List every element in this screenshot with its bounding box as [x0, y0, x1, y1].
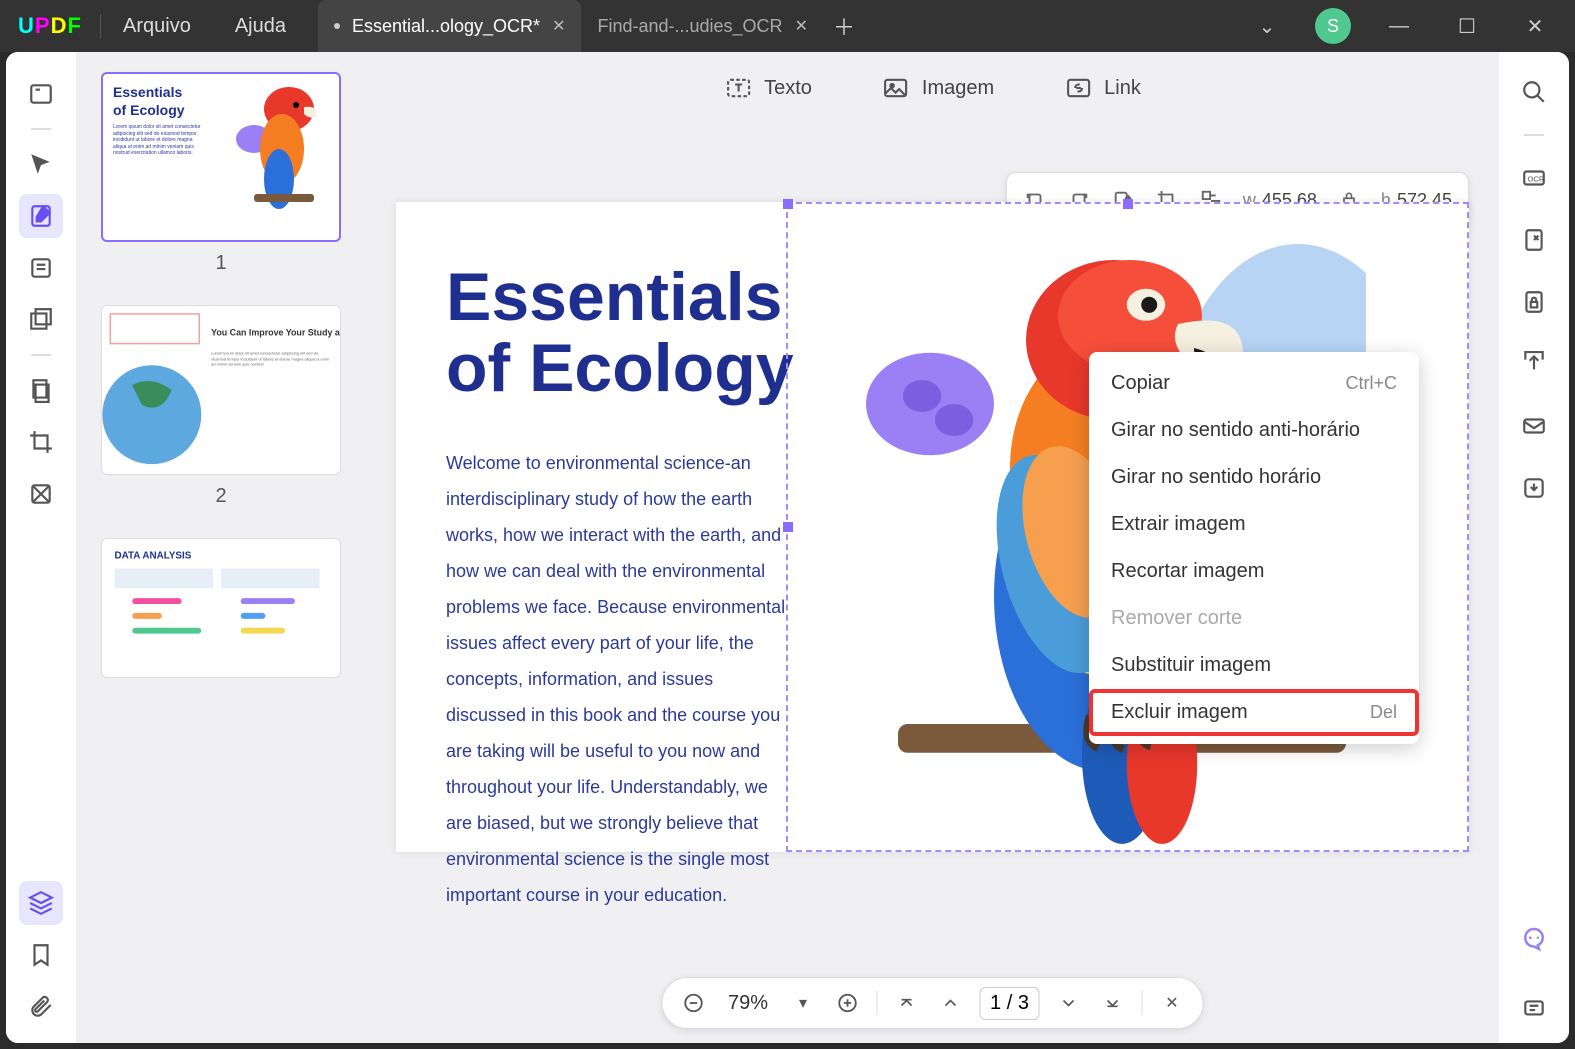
protect-icon[interactable]	[1514, 282, 1554, 322]
close-tab-icon[interactable]: ✕	[552, 16, 565, 36]
thumbnail-page-1[interactable]: Essentialsof Ecology Lorem ipsum dolor s…	[101, 72, 341, 242]
dirty-indicator-icon	[334, 23, 340, 29]
layers-icon[interactable]	[19, 881, 63, 925]
ai-assistant-icon[interactable]	[1514, 919, 1554, 959]
workspace: Essentialsof Ecology Lorem ipsum dolor s…	[6, 52, 1569, 1043]
email-icon[interactable]	[1514, 406, 1554, 446]
first-page-icon[interactable]	[891, 988, 921, 1018]
export-icon[interactable]	[1514, 220, 1554, 260]
page-number-input[interactable]: 1 / 3	[979, 987, 1040, 1020]
title-bar: UPDF Arquivo Ajuda Essential...ology_OCR…	[0, 0, 1575, 52]
close-bar-icon[interactable]: ✕	[1157, 988, 1187, 1018]
resize-handle[interactable]	[1123, 199, 1133, 209]
thumbnail-page-3[interactable]: DATA ANALYSIS	[101, 538, 341, 678]
edit-text-button[interactable]: Texto	[724, 74, 812, 102]
menu-help[interactable]: Ajuda	[213, 15, 308, 38]
attachment-icon[interactable]	[19, 985, 63, 1029]
maximize-icon[interactable]: ☐	[1447, 6, 1487, 46]
tab-strip: Essential...ology_OCR* ✕ Find-and-...udi…	[318, 0, 1247, 52]
tab-active[interactable]: Essential...ology_OCR* ✕	[318, 0, 582, 52]
ctx-replace[interactable]: Substituir imagem	[1089, 642, 1419, 689]
parrot-thumb-icon	[234, 79, 334, 219]
close-tab-icon[interactable]: ✕	[795, 16, 808, 36]
ctx-extract[interactable]: Extrair imagem	[1089, 501, 1419, 548]
comment-tool-icon[interactable]	[19, 142, 63, 186]
chevron-down-icon[interactable]: ⌄	[1247, 6, 1287, 46]
comments-panel-icon[interactable]	[1514, 989, 1554, 1029]
edit-tool-icon[interactable]	[19, 194, 63, 238]
redact-tool-icon[interactable]	[19, 368, 63, 412]
zoom-in-icon[interactable]	[832, 988, 862, 1018]
edit-mode-toolbar: Texto Imagem Link	[724, 74, 1141, 102]
page-navigation-bar: 79% ▾ 1 / 3 ✕	[661, 977, 1204, 1029]
user-avatar[interactable]: S	[1315, 8, 1351, 44]
save-icon[interactable]	[1514, 468, 1554, 508]
edit-image-button[interactable]: Imagem	[882, 74, 994, 102]
ctx-rotate-cw[interactable]: Girar no sentido horário	[1089, 454, 1419, 501]
watermark-tool-icon[interactable]	[19, 472, 63, 516]
search-icon[interactable]	[1514, 72, 1554, 112]
zoom-dropdown-icon[interactable]: ▾	[788, 988, 818, 1018]
ctx-delete[interactable]: Excluir imagem Del	[1089, 689, 1419, 736]
resize-handle[interactable]	[783, 199, 793, 209]
zoom-out-icon[interactable]	[678, 988, 708, 1018]
form-tool-icon[interactable]	[19, 246, 63, 290]
thumbnail-panel: Essentialsof Ecology Lorem ipsum dolor s…	[76, 52, 366, 1043]
app-logo: UPDF	[0, 13, 100, 39]
ctx-crop[interactable]: Recortar imagem	[1089, 548, 1419, 595]
next-page-icon[interactable]	[1054, 988, 1084, 1018]
svg-text:You Can Improve Your Study and: You Can Improve Your Study and Learning …	[211, 328, 340, 338]
link-icon	[1064, 74, 1092, 102]
ocr-icon[interactable]: OCR	[1514, 158, 1554, 198]
resize-handle[interactable]	[783, 522, 793, 532]
tab-label: Essential...ology_OCR*	[352, 16, 540, 37]
last-page-icon[interactable]	[1098, 988, 1128, 1018]
text-icon	[724, 74, 752, 102]
ctx-copy[interactable]: Copiar Ctrl+C	[1089, 360, 1419, 407]
edit-link-button[interactable]: Link	[1064, 74, 1141, 102]
page-body-text[interactable]: Welcome to environmental science-an inte…	[446, 445, 786, 913]
reader-tool-icon[interactable]	[19, 72, 63, 116]
thumb-page-number: 2	[96, 485, 346, 508]
canvas-area: Texto Imagem Link w 455.68 h	[366, 52, 1499, 1043]
svg-text:DATA ANALYSIS: DATA ANALYSIS	[115, 551, 192, 562]
menu-file[interactable]: Arquivo	[101, 15, 213, 38]
image-icon	[882, 74, 910, 102]
crop-tool-icon[interactable]	[19, 420, 63, 464]
svg-text:OCR: OCR	[1528, 174, 1545, 183]
add-tab-button[interactable]: ＋	[824, 0, 864, 52]
bookmark-icon[interactable]	[19, 933, 63, 977]
thumbnail-page-2[interactable]: You Can Improve Your Study and Learning …	[101, 305, 341, 475]
share-icon[interactable]	[1514, 344, 1554, 384]
tab-label: Find-and-...udies_OCR	[597, 16, 782, 37]
thumb-page-number: 1	[96, 252, 346, 275]
ctx-rotate-ccw[interactable]: Girar no sentido anti-horário	[1089, 407, 1419, 454]
close-window-icon[interactable]: ✕	[1515, 6, 1555, 46]
left-toolbar	[6, 52, 76, 1043]
tab-inactive[interactable]: Find-and-...udies_OCR ✕	[581, 0, 824, 52]
right-toolbar: OCR	[1499, 52, 1569, 1043]
zoom-value[interactable]: 79%	[722, 992, 774, 1015]
minimize-icon[interactable]: —	[1379, 6, 1419, 46]
ctx-remove-crop: Remover corte	[1089, 595, 1419, 642]
prev-page-icon[interactable]	[935, 988, 965, 1018]
context-menu: Copiar Ctrl+C Girar no sentido anti-horá…	[1089, 352, 1419, 744]
organize-tool-icon[interactable]	[19, 298, 63, 342]
